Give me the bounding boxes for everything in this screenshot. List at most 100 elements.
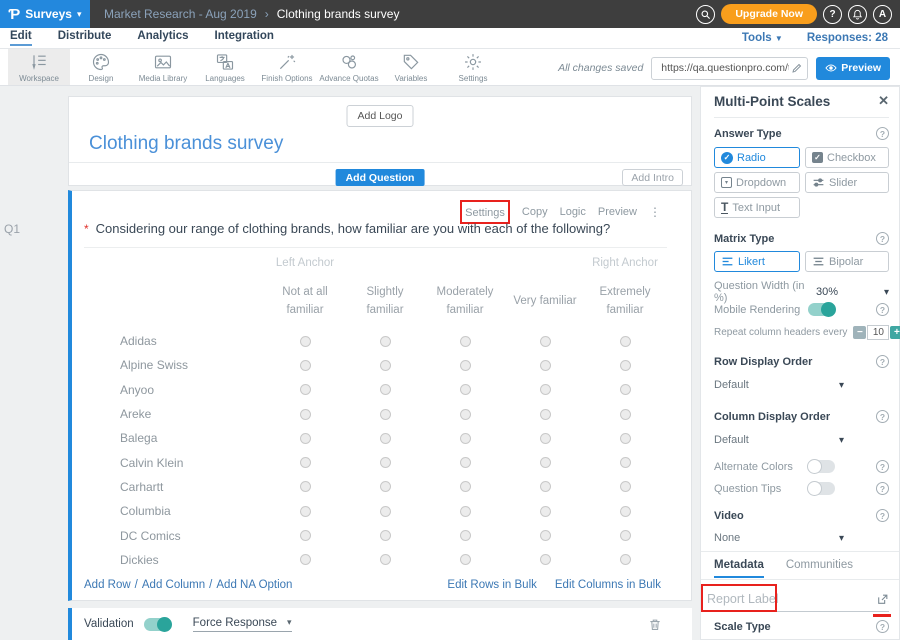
option-radio[interactable]: ✓Radio [714, 147, 800, 168]
breadcrumb-parent-link[interactable]: Market Research - Aug 2019 [104, 7, 257, 21]
radio-button[interactable] [540, 409, 551, 420]
help-icon[interactable]: ? [876, 232, 889, 245]
toolbar-item-finish-options[interactable]: Finish Options [256, 49, 318, 85]
validation-toggle[interactable] [144, 618, 171, 631]
radio-button[interactable] [300, 360, 311, 371]
toolbar-item-languages[interactable]: Languages [194, 49, 256, 85]
toolbar-item-advance-quotas[interactable]: Advance Quotas [318, 49, 380, 85]
add-na-option-link[interactable]: Add NA Option [216, 579, 292, 591]
matrix-column-header-extremely-familiar[interactable]: Extremely familiar [585, 284, 665, 320]
sidebar-tab-metadata[interactable]: Metadata [714, 559, 764, 578]
option-checkbox[interactable]: ✓Checkbox [805, 147, 889, 168]
radio-button[interactable] [380, 433, 391, 444]
help-icon[interactable]: ? [876, 303, 889, 316]
survey-title[interactable]: Clothing brands survey [89, 133, 283, 155]
radio-button[interactable] [540, 506, 551, 517]
matrix-row-label[interactable]: Dickies [84, 553, 265, 567]
radio-button[interactable] [460, 360, 471, 371]
radio-button[interactable] [620, 554, 631, 565]
radio-button[interactable] [300, 457, 311, 468]
radio-button[interactable] [540, 384, 551, 395]
radio-button[interactable] [380, 360, 391, 371]
matrix-column-header-slightly-familiar[interactable]: Slightly familiar [345, 284, 425, 320]
edit-columns-in-bulk-link[interactable]: Edit Columns in Bulk [555, 579, 661, 591]
matrix-column-header-moderately-familiar[interactable]: Moderately familiar [425, 284, 505, 320]
matrix-row-label[interactable]: Calvin Klein [84, 456, 265, 470]
column-display-order-dropdown[interactable]: Default ▾ [714, 434, 844, 446]
matrix-row-label[interactable]: Adidas [84, 334, 265, 348]
radio-button[interactable] [620, 530, 631, 541]
radio-button[interactable] [460, 433, 471, 444]
matrix-row-label[interactable]: Areke [84, 407, 265, 421]
radio-button[interactable] [620, 481, 631, 492]
option-text-input[interactable]: TText Input [714, 197, 800, 218]
radio-button[interactable] [300, 530, 311, 541]
radio-button[interactable] [460, 336, 471, 347]
help-icon[interactable]: ? [876, 127, 889, 140]
radio-button[interactable] [300, 433, 311, 444]
mobile-rendering-toggle[interactable] [808, 303, 835, 316]
radio-button[interactable] [460, 530, 471, 541]
help-icon[interactable]: ? [876, 482, 889, 495]
radio-button[interactable] [300, 409, 311, 420]
radio-button[interactable] [300, 336, 311, 347]
video-dropdown[interactable]: None ▾ [714, 532, 844, 544]
delete-question-trash-icon[interactable] [648, 617, 662, 632]
radio-button[interactable] [300, 384, 311, 395]
matrix-row-label[interactable]: Anyoo [84, 383, 265, 397]
add-logo-button[interactable]: Add Logo [347, 105, 414, 127]
radio-button[interactable] [620, 409, 631, 420]
nav-tab-analytics[interactable]: Analytics [137, 30, 188, 46]
radio-button[interactable] [620, 433, 631, 444]
radio-button[interactable] [380, 530, 391, 541]
add-column-link[interactable]: Add Column [142, 579, 205, 591]
repeat-headers-value[interactable] [867, 325, 889, 340]
toolbar-item-workspace[interactable]: Workspace [8, 49, 70, 85]
question-text[interactable]: Considering our range of clothing brands… [96, 221, 611, 236]
question-width-row[interactable]: Question Width (in %) 30% ▾ [714, 280, 889, 304]
radio-button[interactable] [540, 336, 551, 347]
radio-button[interactable] [540, 457, 551, 468]
tools-menu[interactable]: Tools ▼ [742, 32, 783, 44]
radio-button[interactable] [300, 481, 311, 492]
edit-url-pencil-icon[interactable] [791, 62, 803, 74]
question-tips-toggle[interactable] [808, 482, 835, 495]
report-label-input[interactable]: Report Label [705, 592, 876, 606]
validation-type-dropdown[interactable]: Force Response ▾ [193, 617, 292, 632]
help-icon[interactable]: ? [876, 460, 889, 473]
alternate-colors-toggle[interactable] [808, 460, 835, 473]
radio-button[interactable] [460, 384, 471, 395]
nav-tab-edit[interactable]: Edit [10, 30, 32, 46]
add-intro-button[interactable]: Add Intro [622, 169, 683, 186]
radio-button[interactable] [540, 530, 551, 541]
nav-tab-distribute[interactable]: Distribute [58, 30, 112, 46]
add-row-link[interactable]: Add Row [84, 579, 131, 591]
help-icon[interactable]: ? [876, 410, 889, 423]
sidebar-tab-communities[interactable]: Communities [786, 559, 853, 578]
radio-button[interactable] [380, 457, 391, 468]
radio-button[interactable] [380, 336, 391, 347]
question-action-settings[interactable]: Settings [465, 207, 505, 219]
open-report-label-icon[interactable] [876, 593, 889, 606]
question-action-logic[interactable]: Logic [560, 206, 586, 218]
option-slider[interactable]: Slider [805, 172, 889, 193]
toolbar-item-variables[interactable]: Variables [380, 49, 442, 85]
radio-button[interactable] [620, 360, 631, 371]
preview-button[interactable]: Preview [816, 57, 890, 80]
edit-rows-in-bulk-link[interactable]: Edit Rows in Bulk [447, 579, 536, 591]
radio-button[interactable] [460, 409, 471, 420]
help-icon[interactable]: ? [876, 355, 889, 368]
radio-button[interactable] [380, 506, 391, 517]
radio-button[interactable] [620, 384, 631, 395]
radio-button[interactable] [540, 554, 551, 565]
toolbar-item-design[interactable]: Design [70, 49, 132, 85]
surveys-product-menu[interactable]: Ƥ Surveys ▾ [0, 0, 90, 28]
notifications-bell-icon[interactable] [848, 5, 867, 24]
close-icon[interactable]: ✕ [878, 93, 889, 109]
add-question-button[interactable]: Add Question [336, 169, 425, 186]
radio-button[interactable] [620, 506, 631, 517]
option-bipolar[interactable]: Bipolar [805, 251, 889, 272]
radio-button[interactable] [380, 384, 391, 395]
help-icon[interactable]: ? [876, 620, 889, 633]
avatar[interactable]: A [873, 5, 892, 24]
